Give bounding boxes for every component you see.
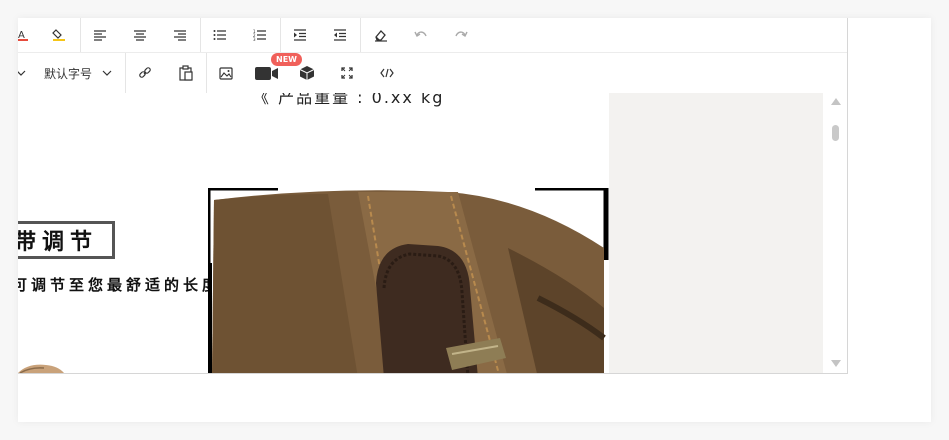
vertical-scrollbar[interactable] bbox=[823, 93, 847, 373]
toolbar-row-2: 默认字号 NEW bbox=[18, 53, 847, 94]
toolbar-row-1: A 123 bbox=[18, 18, 847, 53]
toolbar-separator bbox=[200, 18, 201, 52]
undo-icon[interactable] bbox=[408, 22, 434, 48]
editor-side-panel bbox=[609, 93, 823, 373]
bag-fragment-image bbox=[18, 364, 64, 373]
3d-box-icon[interactable] bbox=[294, 60, 320, 86]
section-subtitle: 可调节至您最舒适的长度 bbox=[18, 276, 222, 294]
editor-content[interactable]: 《 产品重量 : 0.xx kg 带调节 可调节至您最舒适的长度 bbox=[18, 93, 823, 373]
font-size-label: 默认字号 bbox=[44, 66, 93, 81]
toolbar-separator bbox=[80, 18, 81, 52]
numbered-list-icon[interactable]: 123 bbox=[247, 22, 273, 48]
fullscreen-icon[interactable] bbox=[334, 60, 360, 86]
redo-icon[interactable] bbox=[448, 22, 474, 48]
align-right-icon[interactable] bbox=[167, 22, 193, 48]
toolbar-separator bbox=[206, 53, 207, 93]
svg-text:3: 3 bbox=[253, 37, 256, 41]
section-title-box: 带调节 bbox=[18, 221, 115, 259]
scroll-thumb[interactable] bbox=[832, 125, 839, 141]
toolbar-separator bbox=[360, 18, 361, 52]
font-size-select[interactable]: 默认字号 bbox=[44, 60, 112, 86]
eraser-icon[interactable] bbox=[368, 22, 394, 48]
section-title: 带调节 bbox=[18, 230, 98, 255]
indent-decrease-icon[interactable] bbox=[327, 22, 353, 48]
scroll-up-arrow-icon[interactable] bbox=[831, 98, 841, 105]
image-icon[interactable] bbox=[213, 60, 239, 86]
product-strap-photo bbox=[208, 188, 609, 373]
background-color-icon[interactable] bbox=[46, 22, 72, 48]
scroll-down-arrow-icon[interactable] bbox=[831, 360, 841, 367]
chevron-down-icon bbox=[102, 70, 112, 76]
font-color-icon[interactable]: A bbox=[18, 22, 34, 48]
chevron-down-icon[interactable] bbox=[18, 60, 34, 86]
indent-increase-icon[interactable] bbox=[287, 22, 313, 48]
bullet-list-icon[interactable] bbox=[207, 22, 233, 48]
link-icon[interactable] bbox=[132, 60, 158, 86]
toolbar-separator bbox=[280, 18, 281, 52]
toolbar-separator bbox=[125, 53, 126, 93]
align-left-icon[interactable] bbox=[87, 22, 113, 48]
rich-text-editor: A 123 默认字号 NEW 《 产品重量: 0.xx kg 带调节 可调节至… bbox=[18, 18, 848, 374]
code-view-icon[interactable] bbox=[374, 60, 400, 86]
align-center-icon[interactable] bbox=[127, 22, 153, 48]
product-weight-text: 《 产品重量 : 0.xx kg bbox=[253, 93, 445, 107]
paste-icon[interactable] bbox=[173, 60, 199, 86]
